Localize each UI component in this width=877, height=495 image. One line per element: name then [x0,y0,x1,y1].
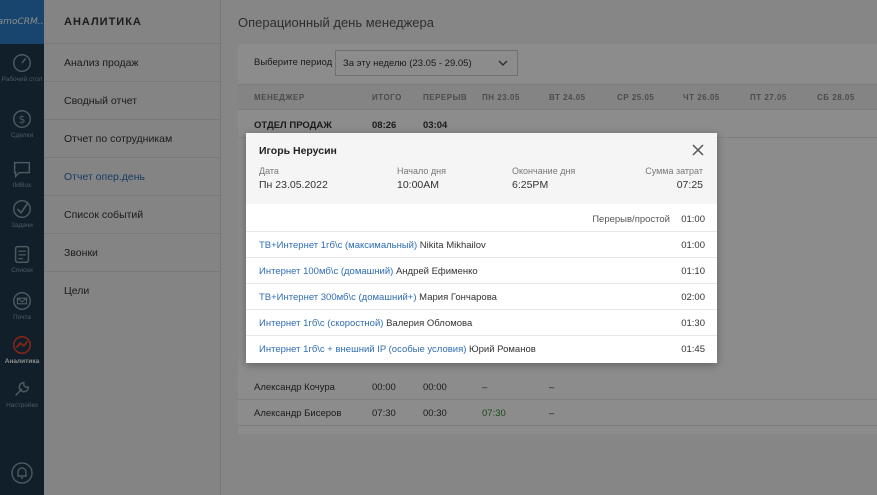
list-item: Интернет 1гб\с (скоростной) Валерия Обло… [246,310,717,336]
modal-header: Игорь Нерусин Дата Пн 23.05.2022 Начало … [246,133,717,204]
deal-link[interactable]: Интернет 100мб\с (домашний) [259,266,393,277]
deal-link[interactable]: ТВ+Интернет 300мб\с (домашний+) [259,292,417,303]
sum-label: Сумма затрат [645,166,703,176]
start-label: Начало дня [397,166,446,176]
list-item: ТВ+Интернет 300мб\с (домашний+) Мария Го… [246,284,717,310]
client-name: Юрий Романов [469,344,536,355]
start-value: 10:00AM [397,179,440,191]
client-name: Мария Гончарова [419,292,497,303]
date-label: Дата [259,166,279,176]
entry-duration: 01:45 [681,344,705,355]
break-row: Перерыв/простой 01:00 [246,206,717,232]
date-value: Пн 23.05.2022 [259,179,328,191]
sum-value: 07:25 [676,179,703,191]
client-name: Nikita Mikhailov [419,240,486,251]
day-details-modal: Игорь Нерусин Дата Пн 23.05.2022 Начало … [246,133,717,363]
close-icon[interactable] [691,143,705,157]
deal-link[interactable]: Интернет 1гб\с (скоростной) [259,318,383,329]
client-name: Андрей Ефименко [395,266,478,277]
entry-duration: 01:10 [681,266,705,277]
end-value: 6:25PM [512,179,549,191]
deal-link[interactable]: ТВ+Интернет 1гб\с (максимальный) [259,240,417,251]
entry-duration: 01:30 [681,318,705,329]
entry-duration: 01:00 [681,240,705,251]
entry-duration: 02:00 [681,292,705,303]
end-label: Окончание дня [512,166,576,176]
break-label: Перерыв/простой [592,214,670,225]
list-item: Интернет 100мб\с (домашний) Андрей Ефиме… [246,258,717,284]
deal-link[interactable]: Интернет 1гб\с + внешний IP (особые усло… [259,344,466,355]
list-item: Интернет 1гб\с + внешний IP (особые усло… [246,336,717,362]
break-duration: 01:00 [681,214,705,225]
client-name: Валерия Обломова [386,318,473,329]
modal-title: Игорь Нерусин [259,145,337,157]
list-item: ТВ+Интернет 1гб\с (максимальный) Nikita … [246,232,717,258]
